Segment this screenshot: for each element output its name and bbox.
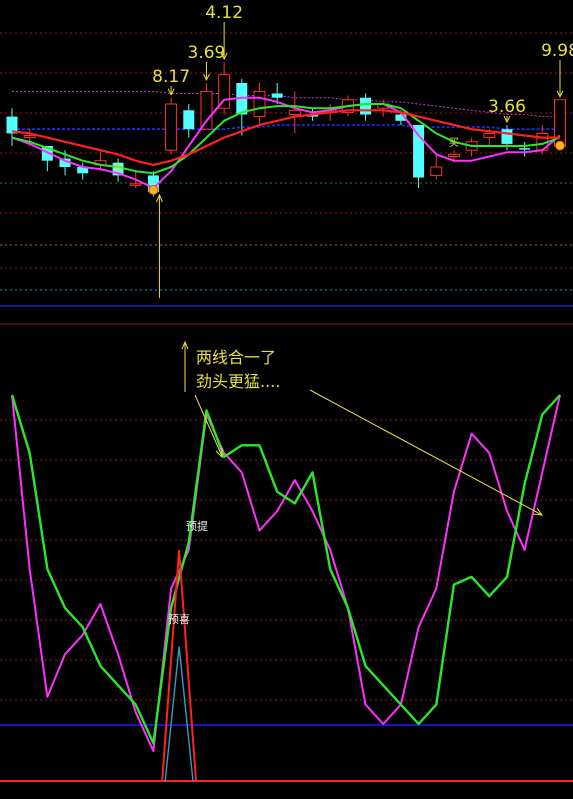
candle-body	[253, 90, 266, 118]
yuti-label: 预提	[186, 520, 208, 533]
oscillator-note-line2: 劲头更猛....	[196, 372, 280, 391]
yuxi-label: 预喜	[168, 613, 190, 626]
candle-body	[165, 103, 178, 151]
candle-body	[23, 135, 36, 139]
candle-body	[288, 109, 301, 116]
oscillator-note-line1: 两线合一了	[196, 348, 276, 367]
candle-body	[129, 183, 142, 186]
candle-body	[413, 125, 425, 178]
background	[0, 0, 573, 799]
signal-dot	[148, 185, 159, 195]
buy-marker-label: 买	[113, 162, 123, 174]
candle-body	[519, 148, 531, 150]
candle-body	[447, 153, 460, 157]
price-annotation-label: 9.98	[541, 41, 573, 61]
candle-body	[430, 166, 443, 176]
chart-canvas: 买买8.173.694.123.669.98 两线合一了劲头更猛....预提预喜	[0, 0, 573, 799]
candle-body	[501, 129, 513, 144]
candle-body	[271, 93, 283, 98]
signal-dot	[555, 140, 565, 151]
price-annotation-label: 8.17	[152, 67, 190, 87]
price-annotation-label: 4.12	[205, 3, 243, 23]
buy-marker-label: 买	[449, 137, 459, 149]
candle-body	[360, 97, 372, 115]
candle-body	[483, 132, 496, 139]
candle-body	[200, 90, 213, 130]
candle-body	[183, 110, 195, 130]
candle	[165, 97, 178, 155]
price-annotation-label: 3.66	[488, 97, 526, 117]
price-annotation-label: 3.69	[188, 43, 226, 63]
